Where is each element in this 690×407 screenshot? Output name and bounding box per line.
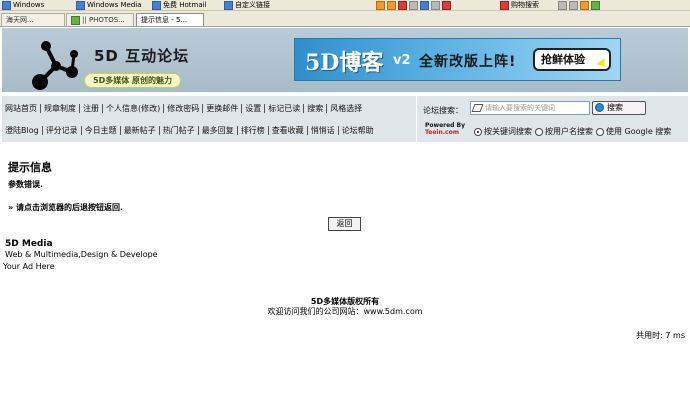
search-by-google[interactable]: 使用 Google 搜索: [596, 126, 671, 137]
dropdown-icon[interactable]: [409, 0, 418, 10]
tab-haitian[interactable]: 海天网...: [1, 13, 65, 26]
dropdown-icon[interactable]: [431, 0, 440, 10]
site-title: 5D 互动论坛: [94, 47, 190, 65]
site-header: 5D 互动论坛 5D多媒体 原创的魅力 5D博客 v2 全新改版上阵! 抢鲜体验: [2, 28, 688, 94]
powered-by-label: Powered By: [425, 122, 466, 129]
nav-divider: [416, 96, 417, 142]
close-icon[interactable]: [442, 0, 451, 10]
sponsor-description: Web & Multimedia,Design & Develope: [5, 250, 158, 259]
nav-links: 网站首页 规章制度 注册 个人信息(修改) 修改密码 更换邮件 设置 标记已读 …: [2, 96, 416, 142]
nav-most-replies[interactable]: 最多回复: [199, 126, 238, 135]
link-label: Windows Media: [87, 1, 142, 9]
nav-row-2: 澄陆Blog 评分记录 今日主题 最新帖子 热门帖子 最多回复 排行榜 查看收藏…: [5, 126, 377, 135]
radio-button[interactable]: [596, 127, 604, 136]
forum-nav: 网站首页 规章制度 注册 个人信息(修改) 修改密码 更换邮件 设置 标记已读 …: [2, 96, 688, 142]
link-icon: [2, 0, 11, 10]
search-by-username[interactable]: 按用户名搜索: [535, 126, 593, 137]
search-icon: [595, 103, 604, 112]
banner-brand: 5D博客: [305, 50, 384, 76]
page-title: 提示信息: [8, 161, 52, 174]
link-windows[interactable]: Windows: [2, 0, 44, 10]
nav-row-1: 网站首页 规章制度 注册 个人信息(修改) 修改密码 更换邮件 设置 标记已读 …: [5, 104, 365, 113]
elapsed-time: 共用时: 7 ms: [636, 331, 685, 340]
toolbar-icons-right: [558, 0, 602, 10]
tab-current[interactable]: 提示信息 - 5...: [136, 13, 204, 26]
print-icon[interactable]: [387, 0, 396, 10]
radio-label: 使用 Google 搜索: [606, 127, 672, 136]
link-label: 自定义链接: [235, 1, 270, 9]
link-label: 购物搜索: [511, 1, 539, 9]
blog-banner[interactable]: 5D博客 v2 全新改版上阵! 抢鲜体验: [294, 38, 621, 81]
logo-icon[interactable]: [28, 36, 84, 92]
radio-button[interactable]: [535, 127, 543, 136]
site-slogan: 5D多媒体 原创的魅力: [84, 73, 181, 88]
ad-placeholder[interactable]: Your Ad Here: [3, 262, 55, 271]
link-shopping-search[interactable]: 购物搜索: [500, 0, 539, 10]
nav-register[interactable]: 注册: [80, 104, 103, 113]
nav-mark-read[interactable]: 标记已读: [265, 104, 305, 113]
nav-style[interactable]: 风格选择: [327, 104, 365, 113]
powered-by-brand[interactable]: Teein.com: [425, 129, 465, 136]
radio-button[interactable]: [474, 127, 482, 136]
nav-today[interactable]: 今日主题: [82, 126, 121, 135]
nav-search[interactable]: 搜索: [304, 104, 328, 113]
nav-newest[interactable]: 最新帖子: [121, 126, 160, 135]
tab-photos[interactable]: || PHOTOS...: [66, 13, 134, 26]
footer-visit-link[interactable]: 欢迎访问我们的公司网站：www.5dm.com: [0, 306, 690, 317]
nav-blog[interactable]: 澄陆Blog: [5, 126, 43, 135]
powered-by: Powered By Teein.com: [425, 122, 465, 136]
bookmark-icon[interactable]: [580, 0, 589, 10]
link-icon: [152, 0, 161, 10]
radio-label: 按关键词搜索: [484, 127, 532, 136]
nav-favorites[interactable]: 查看收藏: [269, 126, 308, 135]
back-button[interactable]: 返回: [328, 217, 361, 231]
back-hint: » 请点击浏览器的后退按钮返回.: [8, 203, 123, 212]
banner-version: v2: [393, 53, 411, 68]
browser-links-bar: Windows Windows Media 免费 Hotmail 自定义链接 购…: [0, 0, 690, 11]
radio-label: 按用户名搜索: [545, 127, 593, 136]
nav-profile[interactable]: 个人信息(修改): [103, 104, 165, 113]
nav-home[interactable]: 网站首页: [5, 104, 41, 113]
nav-hot[interactable]: 热门帖子: [160, 126, 199, 135]
nav-change-email[interactable]: 更换邮件: [203, 104, 243, 113]
nav-settings[interactable]: 设置: [242, 104, 266, 113]
nav-change-password[interactable]: 修改密码: [164, 104, 204, 113]
search-by-keyword[interactable]: 按关键词搜索: [474, 126, 532, 137]
forum-search: 论坛搜索： 请输入要搜索的关键词 搜索 Powered By Teein.com…: [420, 96, 688, 142]
page-icon: [71, 15, 80, 25]
help-icon[interactable]: [591, 0, 600, 10]
link-label: Windows: [13, 1, 45, 9]
nav-ranking[interactable]: 排行榜: [238, 126, 269, 135]
shopping-icon: [500, 0, 509, 10]
sponsor-name[interactable]: 5D Media: [5, 239, 53, 249]
banner-promo: 全新改版上阵!: [419, 54, 517, 70]
tab-label: 提示信息 - 5...: [141, 16, 188, 24]
toolbar-icons: [376, 0, 453, 10]
tab-label: || PHOTOS...: [82, 16, 125, 24]
link-icon: [224, 0, 233, 10]
globe-icon[interactable]: [558, 0, 567, 10]
tab-label: 海天网...: [6, 16, 34, 24]
nav-rules[interactable]: 规章制度: [41, 104, 80, 113]
nav-help[interactable]: 论坛帮助: [339, 126, 377, 135]
link-label: 免费 Hotmail: [163, 1, 207, 9]
link-hotmail[interactable]: 免费 Hotmail: [152, 0, 207, 10]
link-custom[interactable]: 自定义链接: [224, 0, 270, 10]
link-windows-media[interactable]: Windows Media: [76, 0, 142, 10]
tools-icon[interactable]: [569, 0, 578, 10]
search-mode-options: 按关键词搜索 按用户名搜索 使用 Google 搜索: [474, 126, 674, 137]
browser-tab-bar: 海天网... || PHOTOS... 提示信息 - 5...: [0, 11, 690, 27]
error-message: 参数错误.: [8, 180, 44, 189]
nav-messages[interactable]: 悄悄话: [308, 126, 339, 135]
search-label: 论坛搜索：: [423, 106, 463, 115]
rss-icon[interactable]: [376, 0, 385, 10]
nav-score-log[interactable]: 评分记录: [43, 126, 82, 135]
save-icon[interactable]: [420, 0, 429, 10]
search-input[interactable]: 请输入要搜索的关键词: [470, 101, 590, 115]
stop-icon[interactable]: [398, 0, 407, 10]
link-icon: [76, 0, 85, 10]
